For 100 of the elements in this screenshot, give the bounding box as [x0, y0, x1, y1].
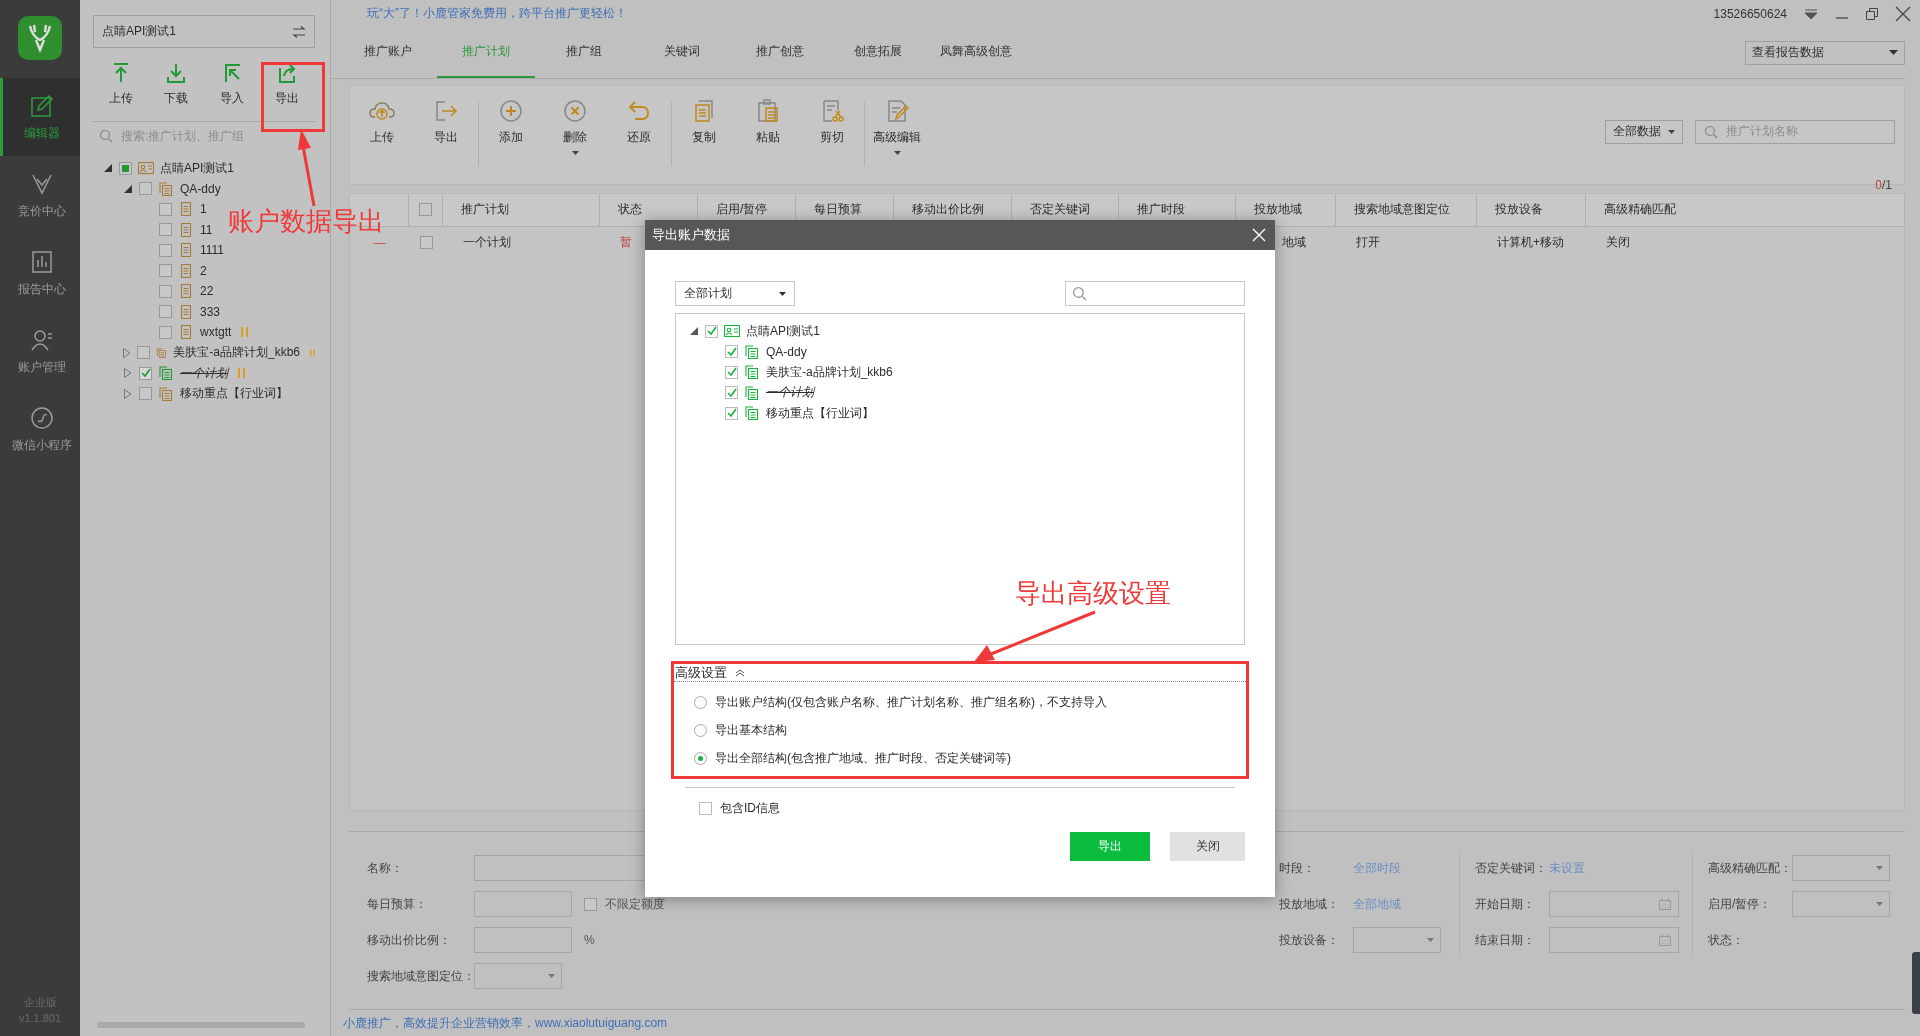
- toolbar-button[interactable]: 导出: [414, 97, 478, 155]
- toolbar-button[interactable]: 粘贴: [736, 97, 800, 155]
- tree-item[interactable]: 移动重点【行业词】: [766, 404, 874, 422]
- close-button[interactable]: 关闭: [1170, 832, 1245, 861]
- search-field[interactable]: [1065, 281, 1245, 306]
- column-header[interactable]: 每日预算: [814, 201, 862, 219]
- toolbar-button[interactable]: 添加: [479, 97, 543, 155]
- column-header[interactable]: 状态: [618, 201, 642, 219]
- tab[interactable]: 推广账户: [339, 27, 437, 78]
- checkbox[interactable]: [725, 365, 738, 379]
- filter-dropdown[interactable]: 全部数据: [1605, 119, 1683, 144]
- column-header[interactable]: 高级精确匹配: [1604, 201, 1676, 219]
- scope-dropdown[interactable]: 全部计划: [675, 281, 795, 306]
- input-field[interactable]: [474, 927, 572, 954]
- tree-item[interactable]: 一个计划: [766, 384, 814, 402]
- checkbox[interactable]: [725, 386, 738, 400]
- checkbox[interactable]: [119, 161, 132, 175]
- tool-button[interactable]: 下载: [151, 62, 202, 107]
- column-header[interactable]: 投放地域: [1254, 201, 1302, 219]
- checkbox[interactable]: [159, 325, 172, 339]
- tab[interactable]: 推广创意: [731, 27, 829, 78]
- documents-icon: [744, 344, 760, 359]
- caret-icon: [1427, 938, 1434, 943]
- tree-item[interactable]: 点睛API测试1: [746, 322, 820, 340]
- checkbox[interactable]: [725, 406, 738, 420]
- collapse-toggle[interactable]: [124, 184, 132, 193]
- date-field[interactable]: [1549, 891, 1679, 918]
- column-header[interactable]: 投放设备: [1495, 201, 1543, 219]
- checkbox[interactable]: [159, 284, 172, 298]
- expand-toggle[interactable]: [124, 388, 132, 399]
- tab[interactable]: 推广组: [535, 27, 633, 78]
- tab[interactable]: 凤舞高级创意: [927, 27, 1025, 78]
- toolbar-button[interactable]: 删除: [543, 97, 607, 155]
- toolbar-button[interactable]: 剪切: [800, 97, 864, 155]
- tool-button[interactable]: 导入: [206, 62, 257, 107]
- tree-item[interactable]: 22: [200, 284, 214, 299]
- column-header[interactable]: 推广计划: [461, 201, 509, 219]
- tree-item[interactable]: 11: [200, 222, 213, 237]
- toolbar-button[interactable]: 高级编辑: [865, 97, 929, 155]
- checkbox[interactable]: [139, 182, 152, 196]
- tree-item[interactable]: wxtgtt: [200, 325, 232, 340]
- checkbox[interactable]: [159, 243, 172, 257]
- report-dropdown[interactable]: 查看报告数据: [1745, 40, 1905, 65]
- column-header[interactable]: 推广时段: [1137, 201, 1185, 219]
- tree-item[interactable]: 1111: [200, 243, 225, 258]
- nav-item[interactable]: 微信小程序: [0, 390, 80, 468]
- checkbox[interactable]: [139, 366, 152, 380]
- restore-icon[interactable]: [1865, 6, 1879, 21]
- tree-item[interactable]: 2: [200, 263, 207, 278]
- row-checkbox[interactable]: [419, 236, 433, 250]
- nav-item[interactable]: 编辑器: [0, 78, 80, 156]
- tool-button[interactable]: 导出: [262, 62, 313, 107]
- expand-toggle[interactable]: [123, 347, 131, 358]
- expand-toggle[interactable]: [124, 368, 132, 379]
- checkbox[interactable]: [584, 897, 597, 911]
- collapse-toggle[interactable]: [690, 327, 698, 336]
- checkbox[interactable]: [137, 346, 150, 360]
- checkbox[interactable]: [159, 305, 172, 319]
- nav-item[interactable]: 竞价中心: [0, 156, 80, 234]
- input-field[interactable]: [474, 891, 572, 918]
- toolbar-button[interactable]: 还原: [607, 97, 671, 155]
- tab[interactable]: 关键词: [633, 27, 731, 78]
- tree-item[interactable]: 一个计划: [180, 364, 228, 382]
- tree-item[interactable]: 移动重点【行业词】: [180, 385, 288, 403]
- checkbox[interactable]: [139, 387, 152, 401]
- tree-item[interactable]: QA-ddy: [766, 344, 807, 359]
- date-field[interactable]: [1549, 927, 1679, 954]
- column-header[interactable]: 搜索地域意图定位: [1354, 201, 1450, 219]
- tree-item[interactable]: 333: [200, 304, 221, 319]
- dropdown[interactable]: [1792, 891, 1890, 918]
- dropdown[interactable]: [474, 963, 562, 990]
- toolbar-button[interactable]: 复制: [672, 97, 736, 155]
- tree-item[interactable]: 美肤宝-a品牌计划_kkb6: [173, 344, 301, 362]
- tree-item[interactable]: 1: [200, 202, 207, 217]
- checkbox[interactable]: [725, 345, 738, 359]
- nav-item[interactable]: 报告中心: [0, 234, 80, 312]
- tool-button[interactable]: 上传: [95, 62, 146, 107]
- close-icon[interactable]: [1895, 5, 1911, 22]
- column-header[interactable]: 移动出价比例: [912, 201, 984, 219]
- column-header[interactable]: 启用/暂停: [716, 201, 768, 219]
- checkbox[interactable]: [159, 264, 172, 278]
- tree-item[interactable]: 点睛API测试1: [160, 159, 234, 177]
- user-menu-icon[interactable]: [1803, 7, 1819, 20]
- tab[interactable]: 创意拓展: [829, 27, 927, 78]
- column-header[interactable]: 否定关键词: [1030, 201, 1090, 219]
- collapse-icon[interactable]: [735, 668, 745, 677]
- tree-item[interactable]: 美肤宝-a品牌计划_kkb6: [766, 363, 893, 381]
- collapse-toggle[interactable]: [104, 164, 112, 173]
- account-selector[interactable]: 点睛API测试1: [93, 15, 315, 48]
- nav-item[interactable]: 账户管理: [0, 312, 80, 390]
- checkbox[interactable]: [705, 324, 718, 338]
- checkbox[interactable]: [699, 801, 712, 815]
- checkbox[interactable]: [159, 202, 172, 216]
- checkbox[interactable]: [159, 223, 172, 237]
- dropdown[interactable]: [1353, 927, 1441, 954]
- select-all-checkbox[interactable]: [419, 203, 432, 217]
- tree-item[interactable]: QA-ddy: [180, 181, 221, 196]
- scrollbar[interactable]: [97, 1022, 305, 1028]
- dropdown[interactable]: [1792, 855, 1890, 882]
- toolbar-button[interactable]: 上传: [350, 97, 414, 155]
